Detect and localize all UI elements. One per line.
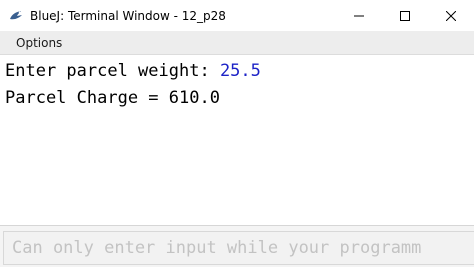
user-input-echo: 25.5 (219, 61, 261, 81)
maximize-button[interactable] (382, 0, 428, 31)
output-line: Enter parcel weight: 25.5 (5, 58, 474, 85)
prompt-text: Enter parcel weight: (5, 61, 220, 81)
output-line: Parcel Charge = 610.0 (5, 88, 220, 108)
close-button[interactable] (428, 0, 474, 31)
minimize-icon (354, 15, 364, 16)
menu-bar: Options (0, 31, 474, 55)
menu-options[interactable]: Options (16, 36, 62, 50)
terminal-output: Enter parcel weight: 25.5 Parcel Charge =… (0, 56, 474, 225)
minimize-button[interactable] (336, 0, 382, 31)
title-bar[interactable]: BlueJ: Terminal Window - 12_p28 (0, 0, 474, 31)
bluej-bird-icon (8, 8, 24, 24)
terminal-input-field[interactable]: Can only enter input while your programm (3, 231, 474, 265)
window-title: BlueJ: Terminal Window - 12_p28 (30, 8, 226, 23)
close-icon (446, 10, 456, 21)
maximize-icon (400, 10, 410, 21)
window-controls (336, 0, 474, 31)
terminal-window: BlueJ: Terminal Window - 12_p28 Options (0, 0, 474, 267)
input-area: Can only enter input while your programm (0, 225, 474, 267)
